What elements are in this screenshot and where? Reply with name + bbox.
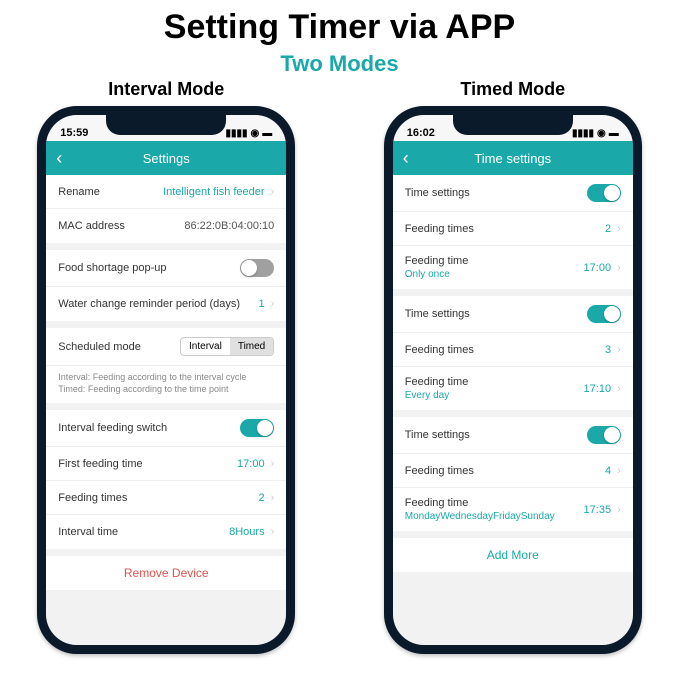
battery-icon: ▬ (609, 128, 619, 139)
segment-timed[interactable]: Timed (230, 338, 273, 355)
add-more-button[interactable]: Add More (393, 538, 633, 572)
chevron-right-icon: › (617, 383, 621, 395)
time-settings-label: Time settings (405, 187, 470, 199)
feeding-times-label: Feeding times (405, 223, 474, 235)
feeding-time-label: Feeding time (405, 497, 555, 509)
phone-notch (453, 115, 573, 135)
app-title: Time settings (474, 151, 551, 166)
feeding-times-row[interactable]: Feeding times 4 › (393, 454, 633, 488)
food-popup-label: Food shortage pop-up (58, 262, 166, 274)
chevron-right-icon: › (271, 526, 275, 538)
interval-time-label: Interval time (58, 526, 118, 538)
time-settings-row[interactable]: Time settings (393, 175, 633, 212)
time-settings-row[interactable]: Time settings (393, 296, 633, 333)
app-title: Settings (143, 151, 190, 166)
interval-time-row[interactable]: Interval time 8Hours › (46, 515, 286, 549)
first-feeding-value: 17:00 (237, 458, 265, 470)
feeding-times-row[interactable]: Feeding times 2 › (46, 481, 286, 515)
feeding-time-label: Feeding time (405, 255, 469, 267)
feeding-times-value: 2 (605, 223, 611, 235)
time-settings-label: Time settings (405, 308, 470, 320)
repeat-label: Every day (405, 390, 469, 401)
chevron-right-icon: › (617, 344, 621, 356)
time-settings-label: Time settings (405, 429, 470, 441)
wifi-icon: ◉ (597, 128, 606, 139)
chevron-right-icon: › (271, 492, 275, 504)
feeding-times-value: 3 (605, 344, 611, 356)
food-popup-row[interactable]: Food shortage pop-up (46, 250, 286, 287)
page-title: Setting Timer via APP (0, 8, 679, 47)
feeding-times-row[interactable]: Feeding times 3 › (393, 333, 633, 367)
settings-screen: Rename Intelligent fish feeder › MAC addr… (46, 175, 286, 645)
feeding-times-row[interactable]: Feeding times 2 › (393, 212, 633, 246)
battery-icon: ▬ (262, 128, 272, 139)
interval-time-value: 8Hours (229, 526, 264, 538)
app-header: ‹ Time settings (393, 141, 633, 175)
feeding-time-value: 17:10 (584, 383, 612, 395)
food-popup-toggle[interactable] (240, 259, 274, 277)
chevron-right-icon: › (617, 223, 621, 235)
wifi-icon: ◉ (251, 128, 260, 139)
phone-interval: 15:59 ▮▮▮▮ ◉ ▬ ‹ Settings Rename Intelli… (37, 106, 295, 654)
phone-notch (106, 115, 226, 135)
mac-row: MAC address 86:22:0B:04:00:10 (46, 209, 286, 243)
time-settings-screen: Time settings Feeding times 2 › Feeding t… (393, 175, 633, 645)
repeat-label: MondayWednesdayFridaySunday (405, 511, 555, 522)
repeat-label: Only once (405, 269, 469, 280)
feeding-times-value: 2 (258, 492, 264, 504)
time-settings-toggle[interactable] (587, 305, 621, 323)
timed-mode-label: Timed Mode (460, 79, 565, 100)
mac-label: MAC address (58, 220, 125, 232)
mac-value: 86:22:0B:04:00:10 (184, 220, 274, 232)
water-reminder-label: Water change reminder period (days) (58, 298, 240, 310)
scheduled-mode-row: Scheduled mode Interval Timed (46, 328, 286, 366)
rename-label: Rename (58, 186, 100, 198)
feeding-time-row[interactable]: Feeding time Every day 17:10 › (393, 367, 633, 410)
feeding-time-label: Feeding time (405, 376, 469, 388)
scheduled-mode-label: Scheduled mode (58, 341, 141, 353)
segment-interval[interactable]: Interval (181, 338, 230, 355)
status-time: 15:59 (60, 127, 88, 139)
time-settings-row[interactable]: Time settings (393, 417, 633, 454)
feeding-times-label: Feeding times (58, 492, 127, 504)
phone-timed: 16:02 ▮▮▮▮ ◉ ▬ ‹ Time settings Time sett… (384, 106, 642, 654)
feeding-time-value: 17:00 (584, 262, 612, 274)
chevron-right-icon: › (617, 262, 621, 274)
chevron-right-icon: › (271, 298, 275, 310)
page-subtitle: Two Modes (0, 51, 679, 77)
first-feeding-label: First feeding time (58, 458, 142, 470)
feeding-times-value: 4 (605, 465, 611, 477)
scheduled-mode-segment[interactable]: Interval Timed (180, 337, 274, 356)
chevron-right-icon: › (271, 186, 275, 198)
first-feeding-row[interactable]: First feeding time 17:00 › (46, 447, 286, 481)
status-time: 16:02 (407, 127, 435, 139)
time-settings-toggle[interactable] (587, 184, 621, 202)
mode-note: Interval: Feeding according to the inter… (46, 366, 286, 403)
time-settings-toggle[interactable] (587, 426, 621, 444)
back-icon[interactable]: ‹ (403, 148, 409, 169)
interval-switch-toggle[interactable] (240, 419, 274, 437)
feeding-time-value: 17:35 (584, 504, 612, 516)
rename-value: Intelligent fish feeder (163, 186, 265, 198)
chevron-right-icon: › (617, 465, 621, 477)
app-header: ‹ Settings (46, 141, 286, 175)
chevron-right-icon: › (271, 458, 275, 470)
water-reminder-value: 1 (258, 298, 264, 310)
water-reminder-row[interactable]: Water change reminder period (days) 1 › (46, 287, 286, 321)
status-icons: ▮▮▮▮ ◉ ▬ (572, 128, 619, 139)
interval-switch-row[interactable]: Interval feeding switch (46, 410, 286, 447)
back-icon[interactable]: ‹ (56, 148, 62, 169)
signal-icon: ▮▮▮▮ (226, 128, 248, 139)
feeding-time-row[interactable]: Feeding time Only once 17:00 › (393, 246, 633, 289)
feeding-time-row[interactable]: Feeding time MondayWednesdayFridaySunday… (393, 488, 633, 531)
status-icons: ▮▮▮▮ ◉ ▬ (226, 128, 273, 139)
interval-switch-label: Interval feeding switch (58, 422, 167, 434)
feeding-times-label: Feeding times (405, 344, 474, 356)
rename-row[interactable]: Rename Intelligent fish feeder › (46, 175, 286, 209)
interval-mode-label: Interval Mode (108, 79, 224, 100)
signal-icon: ▮▮▮▮ (572, 128, 594, 139)
feeding-times-label: Feeding times (405, 465, 474, 477)
chevron-right-icon: › (617, 504, 621, 516)
remove-device-button[interactable]: Remove Device (46, 556, 286, 590)
